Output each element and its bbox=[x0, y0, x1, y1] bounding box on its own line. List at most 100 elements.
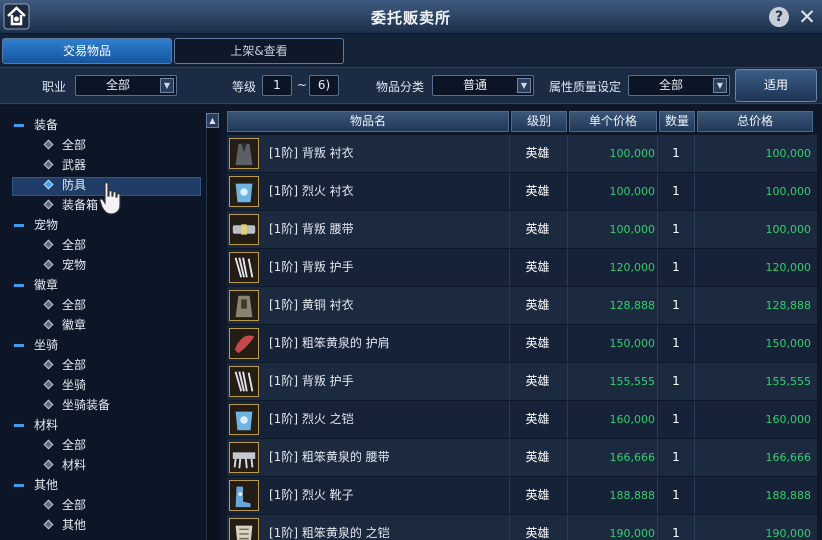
header-quantity[interactable]: 数量 bbox=[659, 111, 695, 132]
item-quantity: 1 bbox=[657, 211, 695, 248]
item-grade: 英雄 bbox=[509, 211, 565, 248]
tree-subitem[interactable]: 全部 bbox=[43, 355, 86, 375]
tree-subitem[interactable]: 全部 bbox=[43, 435, 87, 455]
item-unit-price: 120,000 bbox=[567, 249, 655, 286]
table-row[interactable]: [1阶] 背叛 腰带 英雄 100,000 1 100,000 bbox=[227, 211, 817, 248]
tree-subitem[interactable]: 宠物 bbox=[43, 255, 86, 275]
category-label: 物品分类 bbox=[376, 80, 425, 94]
table-row[interactable]: [1阶] 背叛 衬衣 英雄 100,000 1 100,000 bbox=[227, 135, 817, 172]
tree-subitem[interactable]: 材料 bbox=[43, 455, 87, 475]
tree-item-label: 全部 bbox=[62, 438, 87, 452]
item-unit-price: 166,666 bbox=[567, 439, 655, 476]
header-grade[interactable]: 级别 bbox=[511, 111, 567, 132]
item-grade: 英雄 bbox=[509, 439, 565, 476]
tree-item-label: 全部 bbox=[62, 498, 87, 512]
filter-bar: 职业 全部 ▼ 等级 1 ~ 6) 物品分类 普通 ▼ 属性质量设定 全部 ▼ … bbox=[0, 67, 822, 104]
job-select-value: 全部 bbox=[105, 78, 130, 92]
tree-subitem[interactable]: 武器 bbox=[43, 155, 86, 175]
item-quantity: 1 bbox=[657, 477, 695, 514]
header-unit-price[interactable]: 单个价格 bbox=[569, 111, 657, 132]
item-belt-claw-icon[interactable] bbox=[229, 442, 259, 473]
tree-subitem[interactable]: 坐骑装备 bbox=[43, 395, 110, 415]
chevron-down-icon[interactable]: ▼ bbox=[517, 78, 531, 93]
level-max-input[interactable]: 6) bbox=[309, 75, 339, 96]
tree-subitem[interactable]: 徽章 bbox=[43, 315, 86, 335]
item-boots-blue-icon[interactable] bbox=[229, 480, 259, 511]
item-unit-price: 160,000 bbox=[567, 401, 655, 438]
table-row[interactable]: [1阶] 背叛 护手 英雄 120,000 1 120,000 bbox=[227, 249, 817, 286]
tree-category[interactable]: 徽章 bbox=[14, 275, 58, 295]
table-row[interactable]: [1阶] 背叛 护手 英雄 155,555 1 155,555 bbox=[227, 363, 817, 400]
item-robe-dark-icon[interactable] bbox=[229, 138, 259, 169]
tree-category[interactable]: 宠物 bbox=[14, 215, 58, 235]
item-unit-price: 100,000 bbox=[567, 211, 655, 248]
table-header: 物品名 级别 单个价格 数量 总价格 bbox=[227, 111, 817, 132]
hand-cursor-icon bbox=[99, 181, 121, 215]
tree-subitem[interactable]: 全部 bbox=[43, 295, 86, 315]
job-select[interactable]: 全部 ▼ bbox=[75, 75, 177, 96]
apply-button[interactable]: 适用 bbox=[735, 69, 817, 102]
item-armor-blue-icon[interactable] bbox=[229, 176, 259, 207]
diamond-bullet-icon bbox=[43, 399, 54, 410]
diamond-bullet-icon bbox=[43, 379, 54, 390]
quality-select[interactable]: 全部 ▼ bbox=[628, 75, 730, 96]
tree-subitem[interactable]: 坐骑 bbox=[43, 375, 86, 395]
item-belt-icon[interactable] bbox=[229, 214, 259, 245]
item-robe-brass-icon[interactable] bbox=[229, 290, 259, 321]
tree-item-label: 其他 bbox=[62, 518, 87, 532]
item-total-price: 188,888 bbox=[765, 489, 812, 502]
item-name: [1阶] 粗笨黄泉的 护肩 bbox=[269, 336, 390, 350]
table-row[interactable]: [1阶] 烈火 之铠 英雄 160,000 1 160,000 bbox=[227, 401, 817, 438]
tree-category[interactable]: 其他 bbox=[14, 475, 58, 495]
table-row[interactable]: [1阶] 粗笨黄泉的 护肩 英雄 150,000 1 150,000 bbox=[227, 325, 817, 362]
table-row[interactable]: [1阶] 粗笨黄泉的 腰带 英雄 166,666 1 166,666 bbox=[227, 439, 817, 476]
chevron-down-icon[interactable]: ▼ bbox=[160, 78, 174, 93]
tree-category[interactable]: 材料 bbox=[14, 415, 58, 435]
tree-category[interactable]: 坐骑 bbox=[14, 335, 58, 355]
tree-subitem[interactable]: 其他 bbox=[43, 515, 87, 535]
item-unit-price: 155,555 bbox=[567, 363, 655, 400]
collapse-minus-icon bbox=[14, 124, 24, 127]
item-grade: 英雄 bbox=[509, 325, 565, 362]
item-name: [1阶] 背叛 护手 bbox=[269, 374, 354, 388]
tree-item-label: 全部 bbox=[62, 138, 87, 152]
chevron-down-icon[interactable]: ▼ bbox=[713, 78, 727, 93]
tree-scrollbar[interactable] bbox=[206, 113, 218, 540]
tree-category[interactable]: 装备 bbox=[14, 115, 58, 135]
diamond-bullet-icon bbox=[43, 259, 54, 270]
collapse-minus-icon bbox=[14, 224, 24, 227]
diamond-bullet-icon bbox=[43, 199, 54, 210]
tree-subitem[interactable]: 全部 bbox=[43, 495, 87, 515]
tree-subitem[interactable]: 装备箱 bbox=[43, 195, 98, 215]
tab-trade-items[interactable]: 交易物品 bbox=[2, 38, 172, 64]
item-quantity: 1 bbox=[657, 515, 695, 540]
tree-subitem[interactable]: 防具 bbox=[43, 175, 86, 195]
header-item-name[interactable]: 物品名 bbox=[227, 111, 509, 132]
tree-subitem[interactable]: 全部 bbox=[43, 135, 87, 155]
item-quantity: 1 bbox=[657, 363, 695, 400]
scroll-up-icon[interactable]: ▲ bbox=[206, 113, 219, 128]
tab-list-and-view[interactable]: 上架&查看 bbox=[174, 38, 344, 64]
help-button[interactable]: ? bbox=[769, 7, 789, 27]
item-grade: 英雄 bbox=[509, 477, 565, 514]
header-total-price[interactable]: 总价格 bbox=[697, 111, 813, 132]
category-select[interactable]: 普通 ▼ bbox=[432, 75, 534, 96]
tree-item-label: 材料 bbox=[62, 458, 87, 472]
item-quantity: 1 bbox=[657, 439, 695, 476]
quality-label: 属性质量设定 bbox=[549, 80, 622, 94]
item-shoulder-red-icon[interactable] bbox=[229, 328, 259, 359]
item-gauntlet-icon[interactable] bbox=[229, 252, 259, 283]
tree-subitem[interactable]: 全部 bbox=[43, 235, 86, 255]
table-row[interactable]: [1阶] 黄铜 衬衣 英雄 128,888 1 128,888 bbox=[227, 287, 817, 324]
level-min-input[interactable]: 1 bbox=[262, 75, 292, 96]
item-armor-bone-icon[interactable] bbox=[229, 518, 259, 540]
item-armor-blue-icon[interactable] bbox=[229, 404, 259, 435]
close-button[interactable]: ✕ bbox=[796, 6, 818, 28]
table-row[interactable]: [1阶] 粗笨黄泉的 之铠 英雄 190,000 1 190,000 bbox=[227, 515, 817, 540]
tree-item-label: 其他 bbox=[34, 478, 59, 492]
item-gauntlet-icon[interactable] bbox=[229, 366, 259, 397]
item-grade: 英雄 bbox=[509, 173, 565, 210]
table-row[interactable]: [1阶] 烈火 靴子 英雄 188,888 1 188,888 bbox=[227, 477, 817, 514]
item-name: [1阶] 背叛 腰带 bbox=[269, 222, 354, 236]
table-row[interactable]: [1阶] 烈火 衬衣 英雄 100,000 1 100,000 bbox=[227, 173, 817, 210]
